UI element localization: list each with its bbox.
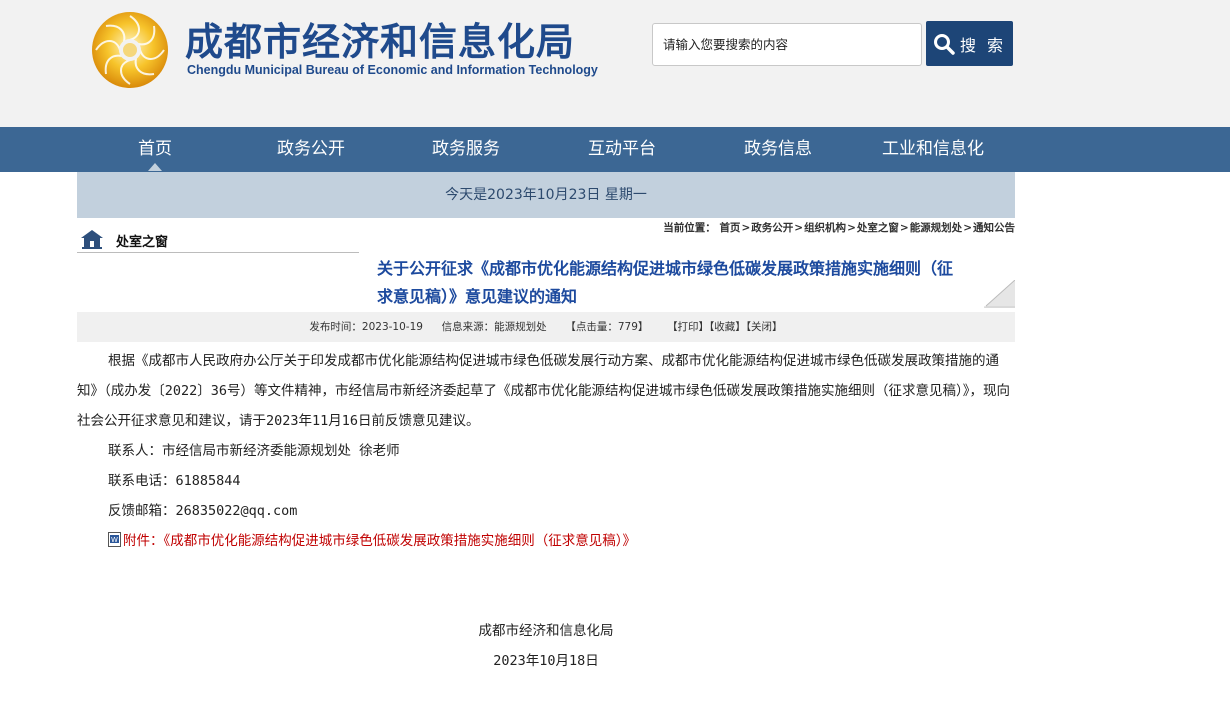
article-meta-bar: 发布时间：2023-10-19 信息来源：能源规划处 【点击量：779】 【打印…: [77, 312, 1015, 342]
date-bar: 今天是2023年10月23日 星期一: [77, 172, 1015, 218]
nav-item-government-services[interactable]: 政务服务: [432, 127, 500, 172]
breadcrumb-item[interactable]: 能源规划处: [910, 222, 963, 234]
signature-date: 2023年10月18日: [493, 653, 599, 669]
article-title-area: 关于公开征求《成都市优化能源结构促进城市绿色低碳发展政策措施实施细则（征求意见稿…: [77, 250, 1015, 308]
nav-item-interaction[interactable]: 互动平台: [588, 127, 656, 172]
breadcrumb-item[interactable]: 通知公告: [973, 222, 1015, 234]
search-input[interactable]: [653, 24, 913, 65]
site-header: 成都市经济和信息化局 Chengdu Municipal Bureau of E…: [0, 0, 1230, 127]
breadcrumb-item[interactable]: 处室之窗: [857, 222, 899, 234]
attachment-text[interactable]: 附件：《成都市优化能源结构促进城市绿色低碳发展政策措施实施细则（征求意见稿）》: [123, 533, 636, 549]
breadcrumb-prefix: 当前位置：: [663, 222, 716, 234]
click-count: 【点击量：779】: [565, 321, 649, 333]
site-title-english: Chengdu Municipal Bureau of Economic and…: [187, 63, 598, 77]
contact-person: 联系人：市经信局市新经济委能源规划处 徐老师: [108, 443, 400, 459]
signature-org: 成都市经济和信息化局: [478, 623, 614, 639]
breadcrumb-item[interactable]: 首页: [719, 222, 740, 234]
favorite-link[interactable]: 【收藏】: [709, 321, 746, 333]
close-link[interactable]: 【关闭】: [746, 321, 783, 333]
home-icon: [81, 230, 103, 249]
search-box: [652, 23, 922, 66]
print-link[interactable]: 【打印】: [667, 321, 709, 333]
doc-icon: W: [108, 532, 121, 547]
attachment-link[interactable]: W 附件：《成都市优化能源结构促进城市绿色低碳发展政策措施实施细则（征求意见稿）…: [77, 526, 1015, 556]
nav-active-indicator: [148, 163, 162, 171]
article-title: 关于公开征求《成都市优化能源结构促进城市绿色低碳发展政策措施实施细则（征求意见稿…: [377, 259, 954, 306]
sidebar-title: 处室之窗: [116, 235, 169, 250]
info-source: 信息来源：能源规划处: [441, 321, 547, 333]
body-paragraph: 根据《成都市人民政府办公厅关于印发成都市优化能源结构促进城市绿色低碳发展行动方案…: [77, 353, 1011, 429]
publish-time: 发布时间：2023-10-19: [309, 321, 423, 333]
search-icon: [933, 33, 955, 55]
contact-phone: 联系电话：61885844: [108, 473, 241, 489]
nav-item-industry-it[interactable]: 工业和信息化: [882, 127, 984, 172]
page-corner-decoration: [984, 280, 1015, 308]
sun-logo-icon[interactable]: [90, 10, 170, 90]
svg-text:W: W: [111, 536, 118, 544]
breadcrumb: 当前位置： 首页>政务公开>组织机构>处室之窗>能源规划处>通知公告: [663, 222, 1015, 234]
nav-item-government-affairs[interactable]: 政务公开: [277, 127, 345, 172]
site-title: 成都市经济和信息化局: [185, 20, 576, 64]
breadcrumb-item[interactable]: 政务公开: [751, 222, 793, 234]
feedback-email: 反馈邮箱：26835022@qq.com: [108, 503, 298, 519]
breadcrumb-item[interactable]: 组织机构: [804, 222, 846, 234]
article-body: 根据《成都市人民政府办公厅关于印发成都市优化能源结构促进城市绿色低碳发展行动方案…: [77, 346, 1015, 556]
main-nav: 首页 政务公开 政务服务 互动平台 政务信息 工业和信息化: [0, 127, 1230, 172]
search-button-label: 搜 索: [959, 35, 1007, 55]
search-button[interactable]: 搜 索: [926, 21, 1013, 66]
nav-item-government-info[interactable]: 政务信息: [744, 127, 812, 172]
